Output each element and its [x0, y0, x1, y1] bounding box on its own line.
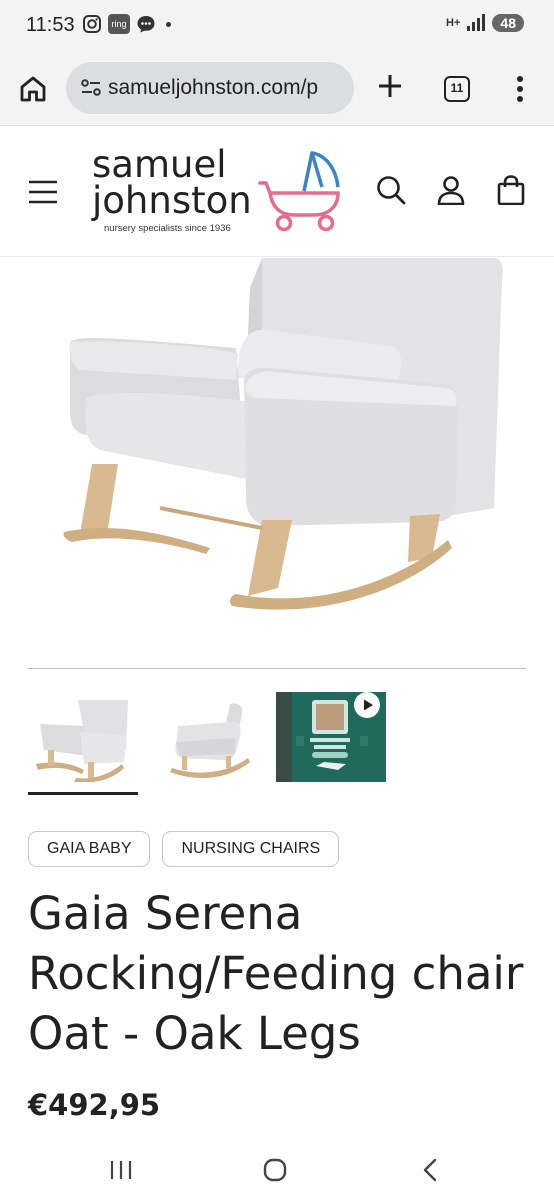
browser-toolbar: samueljohnston.com/p 11 [0, 52, 554, 126]
tag-category[interactable]: NURSING CHAIRS [162, 831, 340, 867]
back-icon[interactable] [420, 1156, 440, 1184]
signal-icon [467, 14, 486, 31]
home-icon[interactable] [18, 74, 48, 104]
ring-app-icon: ring [108, 14, 130, 34]
thumbnail-front-view[interactable] [28, 692, 138, 782]
home-button-icon[interactable] [262, 1156, 288, 1184]
tag-brand[interactable]: GAIA BABY [28, 831, 151, 867]
battery-indicator: 48 [492, 14, 524, 32]
hamburger-menu-icon[interactable] [28, 179, 58, 205]
system-icons: H+ 48 [446, 14, 524, 32]
instagram-icon [83, 15, 101, 33]
chat-bubble-icon [137, 16, 155, 33]
search-icon[interactable] [376, 175, 406, 205]
address-bar[interactable]: samueljohnston.com/p [66, 62, 354, 114]
site-settings-icon[interactable] [80, 78, 102, 98]
active-thumbnail-indicator [28, 792, 138, 795]
logo-tagline: nursery specialists since 1936 [104, 223, 231, 234]
image-divider [28, 668, 526, 669]
network-type: H+ [446, 17, 461, 29]
more-notifications-dot [166, 21, 171, 27]
status-time: 11:53 [26, 14, 75, 36]
account-icon[interactable] [436, 175, 466, 205]
status-bar: 11:53 ring H+ 48 [0, 0, 554, 52]
more-vertical-icon[interactable] [510, 74, 530, 104]
notification-icons: ring [82, 14, 171, 34]
pram-logo-icon [258, 151, 340, 231]
new-tab-plus-icon[interactable] [376, 72, 404, 100]
site-logo[interactable]: samuel johnston nursery specialists sinc… [92, 143, 342, 247]
url-text[interactable]: samueljohnston.com/p [108, 76, 346, 100]
product-title: Gaia Serena Rocking/Feeding chair Oat - … [28, 887, 524, 1060]
product-tags: GAIA BABY NURSING CHAIRS [28, 831, 340, 867]
recent-apps-icon[interactable] [108, 1158, 134, 1182]
logo-word-johnston: johnston [92, 179, 252, 222]
product-price: €492,95 [28, 1088, 161, 1122]
product-main-image[interactable] [0, 258, 554, 638]
thumbnail-side-view[interactable] [152, 692, 262, 782]
android-navigation-bar [0, 1140, 554, 1200]
thumbnail-video[interactable] [276, 692, 386, 782]
shopping-bag-icon[interactable] [497, 175, 525, 205]
tab-switcher-button[interactable]: 11 [444, 76, 470, 102]
site-header: samuel johnston nursery specialists sinc… [0, 127, 554, 257]
play-icon[interactable] [354, 692, 380, 718]
